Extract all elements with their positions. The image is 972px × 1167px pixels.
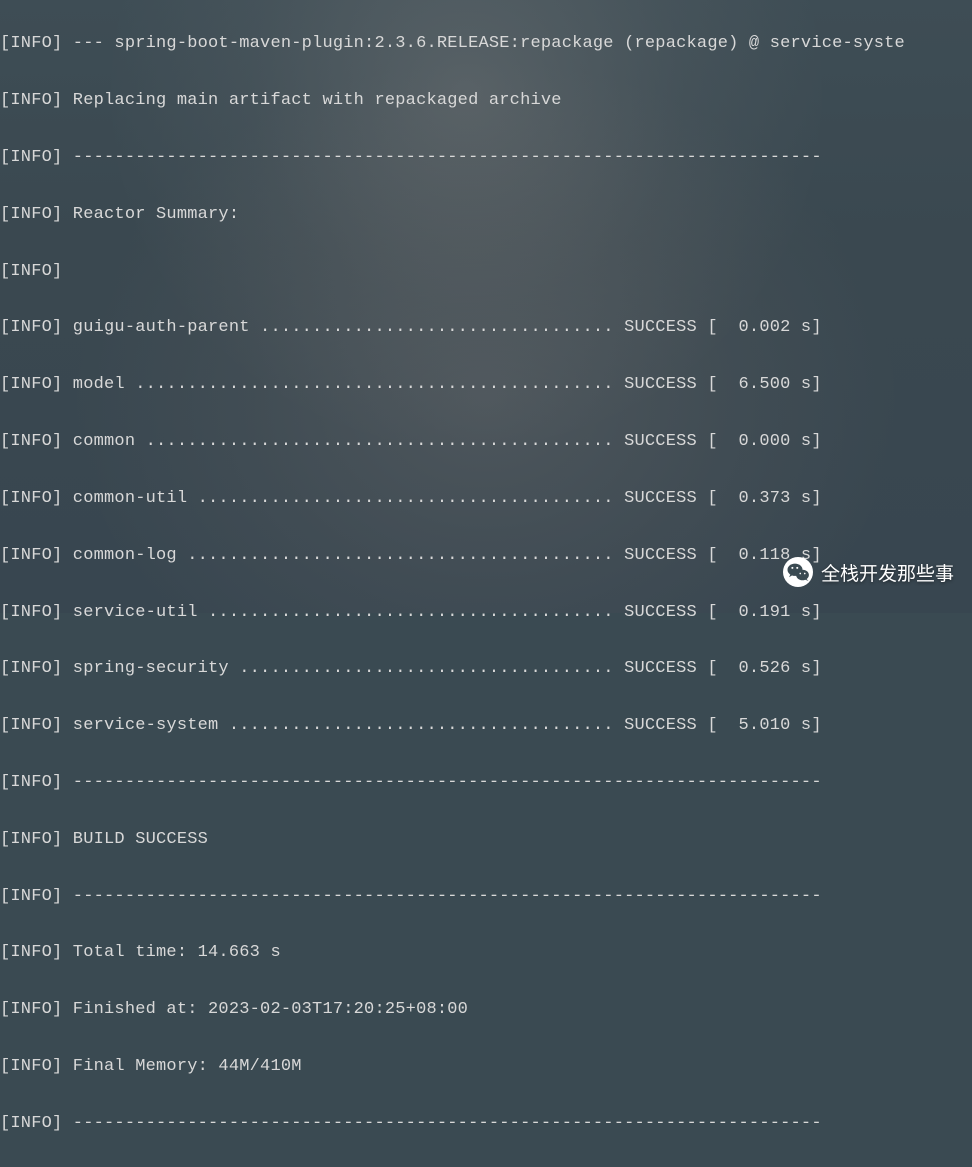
log-line-module: [INFO] guigu-auth-parent ...............… — [0, 314, 972, 342]
log-line: [INFO] --- spring-boot-maven-plugin:2.3.… — [0, 30, 972, 58]
log-line-module: [INFO] service-system ..................… — [0, 712, 972, 740]
log-line-divider: [INFO] ---------------------------------… — [0, 883, 972, 911]
log-line: [INFO] — [0, 258, 972, 286]
log-line-final-memory: [INFO] Final Memory: 44M/410M — [0, 1053, 972, 1081]
log-line-reactor-summary: [INFO] Reactor Summary: — [0, 201, 972, 229]
watermark-text: 全栈开发那些事 — [821, 559, 954, 586]
log-line-divider: [INFO] ---------------------------------… — [0, 1110, 972, 1138]
log-line-divider: [INFO] ---------------------------------… — [0, 769, 972, 797]
wechat-icon — [783, 557, 813, 587]
watermark: 全栈开发那些事 — [783, 557, 954, 587]
log-line-divider: [INFO] ---------------------------------… — [0, 144, 972, 172]
log-line-finished-at: [INFO] Finished at: 2023-02-03T17:20:25+… — [0, 996, 972, 1024]
log-line-build-status: [INFO] BUILD SUCCESS — [0, 826, 972, 854]
log-line-module: [INFO] common-util .....................… — [0, 485, 972, 513]
log-line-module: [INFO] spring-security .................… — [0, 655, 972, 683]
log-line-module: [INFO] model ...........................… — [0, 371, 972, 399]
log-line-total-time: [INFO] Total time: 14.663 s — [0, 939, 972, 967]
log-line-module: [INFO] common ..........................… — [0, 428, 972, 456]
log-line: [INFO] Replacing main artifact with repa… — [0, 87, 972, 115]
